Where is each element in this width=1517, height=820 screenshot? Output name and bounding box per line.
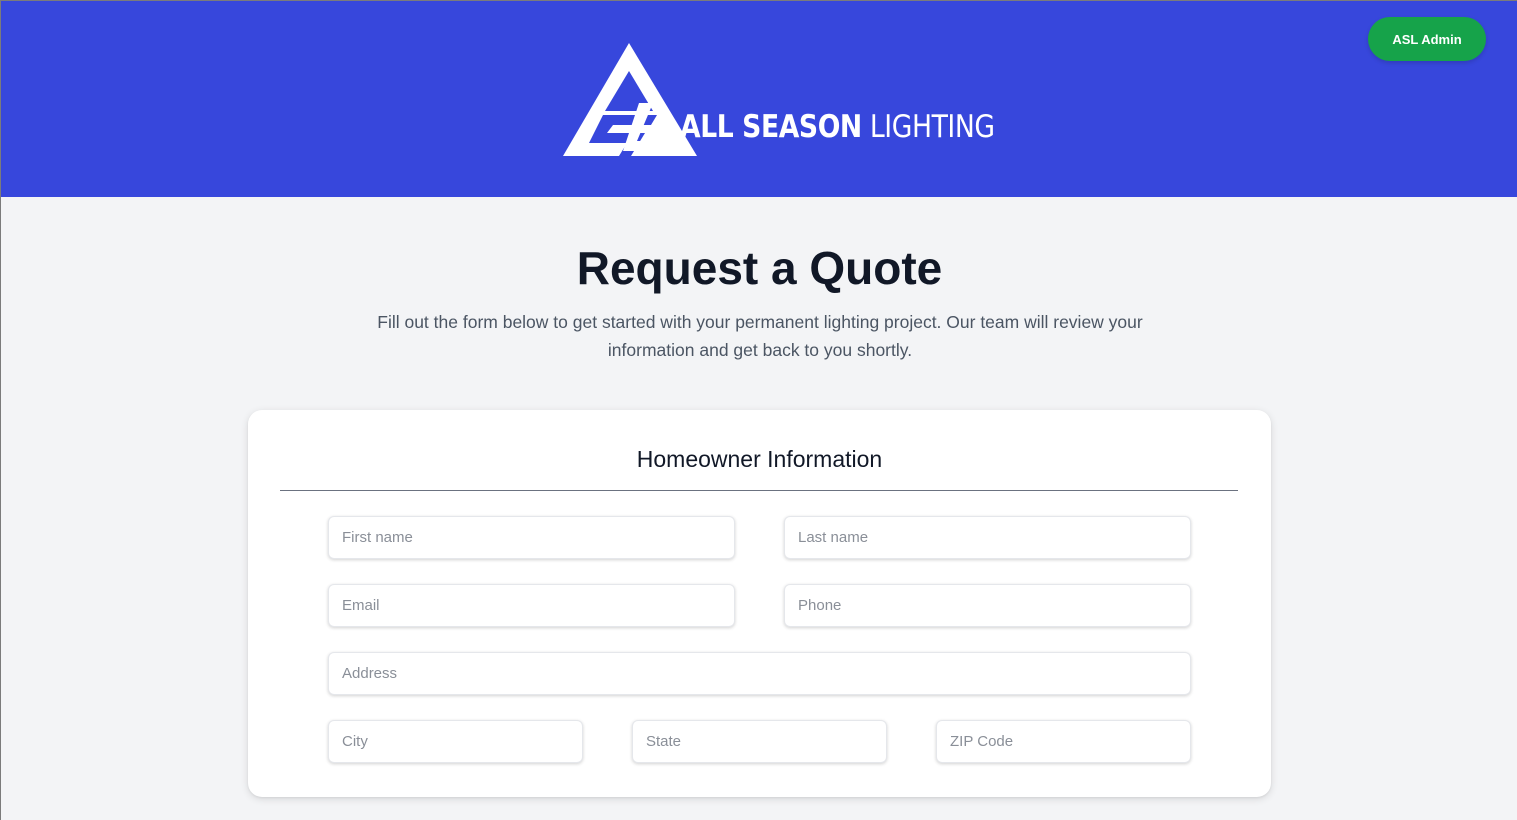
brand-name-bold: ALL SEASON bbox=[680, 109, 862, 145]
section-divider bbox=[280, 490, 1238, 491]
phone-input[interactable] bbox=[784, 584, 1191, 627]
page-title: Request a Quote bbox=[576, 242, 943, 294]
brand-logo[interactable]: ALL SEASON LIGHTING bbox=[561, 41, 995, 159]
last-name-input[interactable] bbox=[784, 516, 1191, 559]
header: ALL SEASON LIGHTING ASL Admin bbox=[1, 1, 1517, 197]
brand-name: ALL SEASON LIGHTING bbox=[680, 109, 995, 145]
section-title: Homeowner Information bbox=[636, 446, 883, 472]
brand-name-light: LIGHTING bbox=[869, 109, 995, 145]
quote-form-card: Homeowner Information bbox=[248, 410, 1271, 797]
page: ALL SEASON LIGHTING ASL Admin Request a … bbox=[0, 0, 1517, 820]
first-name-input[interactable] bbox=[328, 516, 735, 559]
address-input[interactable] bbox=[328, 652, 1191, 695]
email-input[interactable] bbox=[328, 584, 735, 627]
city-input[interactable] bbox=[328, 720, 583, 763]
state-input[interactable] bbox=[632, 720, 887, 763]
page-subtitle: Fill out the form below to get started w… bbox=[377, 312, 1143, 360]
asl-admin-button[interactable]: ASL Admin bbox=[1368, 17, 1486, 61]
zip-code-input[interactable] bbox=[936, 720, 1191, 763]
